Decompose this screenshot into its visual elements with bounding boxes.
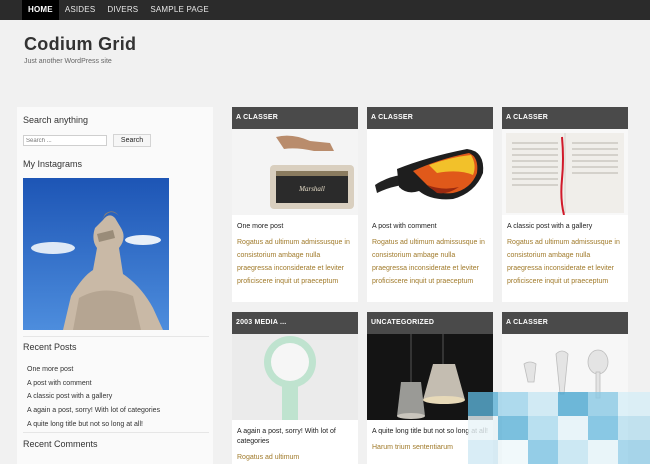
- nav-divers[interactable]: DIVERS: [101, 0, 144, 20]
- recent-post-link[interactable]: A quite long title but not so long at al…: [27, 418, 160, 432]
- post-thumbnail[interactable]: Marshall: [232, 129, 358, 215]
- sidebar-divider: [23, 336, 209, 337]
- post-thumbnail[interactable]: [232, 334, 358, 420]
- recent-posts-list: One more post A post with comment A clas…: [27, 363, 160, 431]
- recent-post-link[interactable]: A again a post, sorry! With lot of categ…: [27, 404, 160, 418]
- svg-text:Marshall: Marshall: [298, 185, 325, 193]
- post-category[interactable]: UNCATEGORIZED: [367, 312, 493, 334]
- post-title[interactable]: A classic post with a gallery: [502, 222, 628, 232]
- nav-home[interactable]: HOME: [22, 0, 59, 20]
- post-category[interactable]: A CLASSER: [367, 107, 493, 129]
- post-excerpt: Rogatus ad ultimum admissusque in consis…: [372, 239, 485, 285]
- instagram-heading: My Instagrams: [23, 159, 83, 169]
- post-excerpt: Rogatus ad ultimum admissusque in consis…: [237, 239, 350, 285]
- site-title[interactable]: Codium Grid: [24, 34, 136, 55]
- post-title[interactable]: A post with comment: [367, 222, 493, 232]
- instagram-photo[interactable]: [23, 178, 169, 330]
- pixelated-overlay: [468, 392, 650, 464]
- post-title[interactable]: A again a post, sorry! With lot of categ…: [232, 427, 358, 447]
- speaker-image: Marshall: [232, 129, 358, 215]
- post-card[interactable]: A CLASSER A post with comment Rogatus ad…: [367, 107, 493, 302]
- recent-post-link[interactable]: One more post: [27, 363, 160, 377]
- search-button[interactable]: Search: [113, 134, 151, 147]
- post-category[interactable]: A CLASSER: [502, 312, 628, 334]
- post-excerpt: Rogatus ad ultimum: [237, 454, 300, 461]
- goggles-image: [367, 129, 493, 215]
- recent-post-link[interactable]: A classic post with a gallery: [27, 390, 160, 404]
- post-category[interactable]: A CLASSER: [502, 107, 628, 129]
- recent-post-link[interactable]: A post with comment: [27, 377, 160, 391]
- post-excerpt: Rogatus ad ultimum admissusque in consis…: [507, 239, 620, 285]
- main-navigation: HOME ASIDES DIVERS SAMPLE PAGE: [0, 0, 650, 20]
- nav-asides[interactable]: ASIDES: [59, 0, 102, 20]
- recent-comments-heading: Recent Comments: [23, 439, 98, 449]
- post-thumbnail[interactable]: [367, 129, 493, 215]
- sidebar: Search anything Search My Instagrams Rec…: [17, 107, 213, 464]
- post-category[interactable]: A CLASSER: [232, 107, 358, 129]
- book-image: [502, 129, 628, 215]
- post-card[interactable]: A CLASSER A classic post with a gallery …: [502, 107, 628, 302]
- search-heading: Search anything: [23, 115, 89, 125]
- recent-posts-heading: Recent Posts: [23, 342, 77, 352]
- search-input[interactable]: [23, 135, 107, 146]
- post-card[interactable]: 2003 MEDIA ... A again a post, sorry! Wi…: [232, 312, 358, 464]
- post-category[interactable]: 2003 MEDIA ...: [232, 312, 358, 334]
- sidebar-divider: [23, 432, 209, 433]
- instagram-photo-image: [23, 178, 169, 330]
- post-card[interactable]: A CLASSER Marshall One more post Rogatus…: [232, 107, 358, 302]
- post-thumbnail[interactable]: [502, 129, 628, 215]
- site-tagline: Just another WordPress site: [24, 58, 112, 65]
- nav-sample-page[interactable]: SAMPLE PAGE: [144, 0, 215, 20]
- mint-object-image: [232, 334, 358, 420]
- post-title[interactable]: One more post: [232, 222, 358, 232]
